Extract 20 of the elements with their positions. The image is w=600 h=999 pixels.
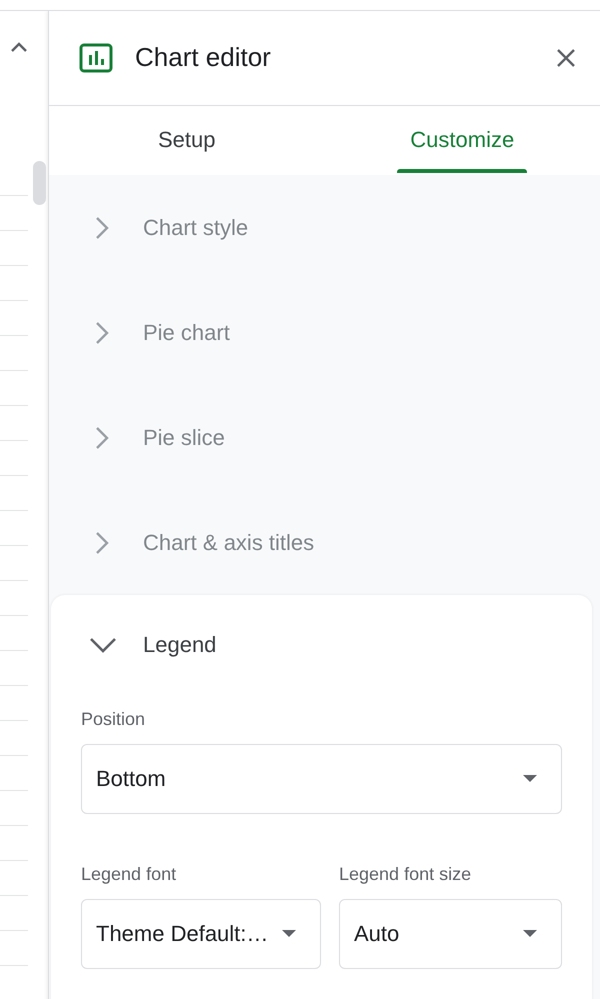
dropdown-field[interactable]: Auto xyxy=(339,899,562,969)
close-icon[interactable] xyxy=(556,48,576,68)
chevron-right-icon[interactable] xyxy=(95,530,109,554)
dropdown-arrow-icon xyxy=(523,930,537,938)
chevron-right-icon[interactable] xyxy=(95,426,109,450)
chevron-down-icon[interactable] xyxy=(89,637,117,653)
field-label: Legend font xyxy=(81,864,178,885)
dropdown-arrow-icon xyxy=(523,775,537,783)
bar-chart-icon xyxy=(79,42,113,73)
dropdown-arrow-icon xyxy=(282,930,296,938)
section-header[interactable]: Legend xyxy=(143,632,216,658)
field-label: Legend font size xyxy=(339,864,472,885)
dropdown-field[interactable]: Theme Default:… xyxy=(81,899,321,969)
panel-title: Chart editor xyxy=(135,42,272,74)
dropdown-field[interactable]: Bottom xyxy=(81,744,562,814)
chevron-right-icon[interactable] xyxy=(95,320,109,344)
scrollbar-thumb[interactable] xyxy=(33,161,46,205)
field-label: Position xyxy=(81,709,146,730)
collapse-caret-icon[interactable] xyxy=(10,41,28,53)
chevron-right-icon[interactable] xyxy=(95,216,109,240)
